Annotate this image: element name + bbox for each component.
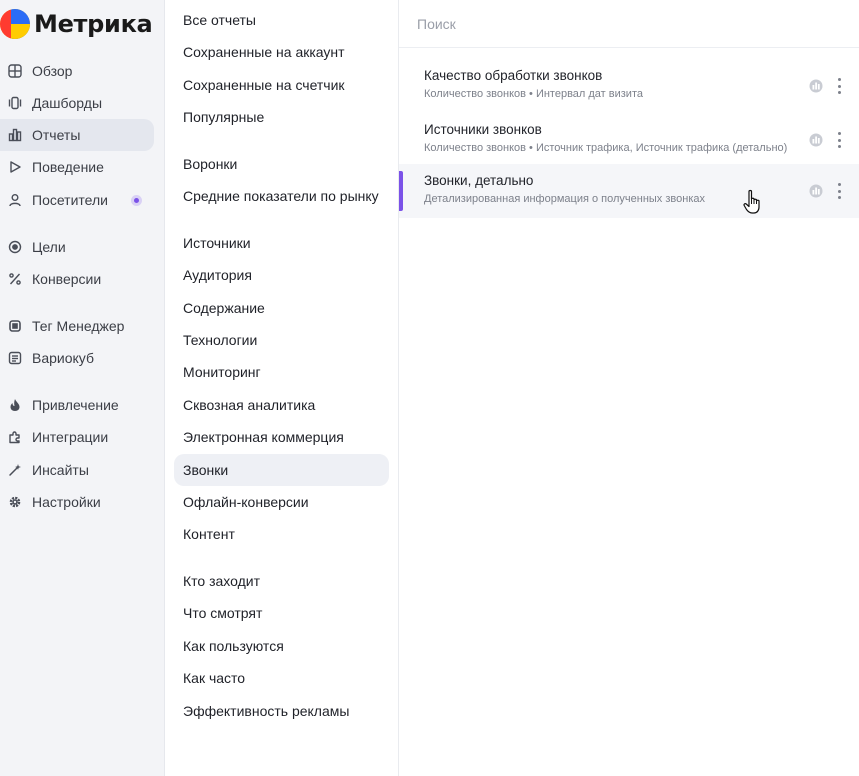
active-indicator bbox=[399, 171, 403, 211]
report-chart-icon[interactable] bbox=[809, 133, 823, 147]
grid-icon bbox=[8, 64, 22, 78]
nav-item-behavior[interactable]: Поведение bbox=[0, 151, 154, 183]
category-content[interactable]: Контент bbox=[174, 518, 389, 550]
tag-manager-icon bbox=[8, 319, 22, 333]
gear-icon bbox=[8, 495, 22, 509]
category-market-averages[interactable]: Средние показатели по рынку bbox=[174, 180, 389, 212]
category-what-they-view[interactable]: Что смотрят bbox=[174, 597, 389, 629]
category-offline-conversions[interactable]: Офлайн-конверсии bbox=[174, 486, 389, 518]
category-sources[interactable]: Источники bbox=[174, 227, 389, 259]
category-who-visits[interactable]: Кто заходит bbox=[174, 565, 389, 597]
nav-item-label: Поведение bbox=[32, 159, 104, 175]
category-ad-effectiveness[interactable]: Эффективность рекламы bbox=[174, 695, 389, 727]
play-icon bbox=[8, 160, 22, 174]
report-subtitle: Количество звонков • Источник трафика, И… bbox=[424, 142, 788, 154]
report-item-calls-detailed[interactable]: Звонки, детально Детализированная информ… bbox=[399, 164, 859, 218]
category-audience[interactable]: Аудитория bbox=[174, 259, 389, 291]
nav-item-label: Тег Менеджер bbox=[32, 318, 125, 334]
logo-text: Метрика bbox=[34, 10, 153, 38]
category-all-reports[interactable]: Все отчеты bbox=[174, 4, 389, 36]
puzzle-icon bbox=[8, 430, 22, 444]
report-title: Качество обработки звонков bbox=[424, 68, 603, 83]
nav-item-visitors[interactable]: Посетители bbox=[0, 184, 154, 216]
nav-item-label: Вариокуб bbox=[32, 350, 94, 366]
category-end-to-end-analytics[interactable]: Сквозная аналитика bbox=[174, 389, 389, 421]
nav-item-label: Настройки bbox=[32, 494, 101, 510]
nav-item-label: Обзор bbox=[32, 63, 73, 79]
report-chart-icon[interactable] bbox=[809, 79, 823, 93]
nav-item-goals[interactable]: Цели bbox=[0, 231, 154, 263]
report-item-call-quality[interactable]: Качество обработки звонков Количество зв… bbox=[399, 59, 859, 113]
sparkle-icon bbox=[8, 463, 22, 477]
nav-item-label: Интеграции bbox=[32, 429, 109, 445]
category-popular[interactable]: Популярные bbox=[174, 101, 389, 133]
category-technologies[interactable]: Технологии bbox=[174, 324, 389, 356]
search-bar bbox=[399, 0, 859, 48]
nav-item-acquisition[interactable]: Привлечение bbox=[0, 389, 154, 421]
report-title: Источники звонков bbox=[424, 122, 542, 137]
user-icon bbox=[8, 193, 22, 207]
report-subtitle: Количество звонков • Интервал дат визита bbox=[424, 88, 643, 100]
new-badge-dot bbox=[131, 195, 142, 206]
variocube-icon bbox=[8, 351, 22, 365]
category-how-often[interactable]: Как часто bbox=[174, 662, 389, 694]
report-subtitle: Детализированная информация о полученных… bbox=[424, 193, 705, 205]
nav-item-variocube[interactable]: Вариокуб bbox=[0, 342, 154, 374]
nav-item-label: Цели bbox=[32, 239, 66, 255]
category-content-pages[interactable]: Содержание bbox=[174, 292, 389, 324]
report-chart-icon[interactable] bbox=[809, 184, 823, 198]
nav-item-label: Конверсии bbox=[32, 271, 102, 287]
nav-item-label: Привлечение bbox=[32, 397, 119, 413]
nav-item-label: Дашборды bbox=[32, 95, 102, 111]
flame-icon bbox=[8, 398, 22, 412]
nav-item-insights[interactable]: Инсайты bbox=[0, 454, 154, 486]
more-options-icon[interactable] bbox=[833, 77, 845, 95]
nav-item-settings[interactable]: Настройки bbox=[0, 486, 154, 518]
more-options-icon[interactable] bbox=[833, 131, 845, 149]
category-calls[interactable]: Звонки bbox=[174, 454, 389, 486]
category-how-they-use[interactable]: Как пользуются bbox=[174, 630, 389, 662]
nav-item-conversions[interactable]: Конверсии bbox=[0, 263, 154, 295]
category-funnels[interactable]: Воронки bbox=[174, 148, 389, 180]
reports-panel: Качество обработки звонков Количество зв… bbox=[399, 0, 859, 776]
nav-item-integrations[interactable]: Интеграции bbox=[0, 421, 154, 453]
category-saved-account[interactable]: Сохраненные на аккаунт bbox=[174, 36, 389, 68]
category-ecommerce[interactable]: Электронная коммерция bbox=[174, 421, 389, 453]
percent-icon bbox=[8, 272, 22, 286]
nav-item-reports[interactable]: Отчеты bbox=[0, 119, 154, 151]
metrika-logo-icon bbox=[0, 9, 30, 39]
nav-item-label: Инсайты bbox=[32, 462, 89, 478]
nav-item-overview[interactable]: Обзор bbox=[0, 55, 154, 87]
category-monitoring[interactable]: Мониторинг bbox=[174, 356, 389, 388]
nav-item-label: Посетители bbox=[32, 192, 108, 208]
target-icon bbox=[8, 240, 22, 254]
bar-chart-icon bbox=[8, 128, 22, 142]
report-item-call-sources[interactable]: Источники звонков Количество звонков • И… bbox=[399, 113, 859, 167]
search-input[interactable] bbox=[417, 8, 817, 39]
dashboards-icon bbox=[8, 96, 22, 110]
nav-item-label: Отчеты bbox=[32, 127, 81, 143]
nav-item-dashboards[interactable]: Дашборды bbox=[0, 87, 154, 119]
metrika-logo[interactable]: Метрика bbox=[0, 7, 153, 41]
report-title: Звонки, детально bbox=[424, 173, 534, 188]
main-navigation: Метрика Обзор Дашборды Отчеты Поведение … bbox=[0, 0, 165, 776]
category-saved-counter[interactable]: Сохраненные на счетчик bbox=[174, 69, 389, 101]
report-categories: Все отчеты Сохраненные на аккаунт Сохран… bbox=[165, 0, 399, 776]
nav-item-tag-manager[interactable]: Тег Менеджер bbox=[0, 310, 154, 342]
more-options-icon[interactable] bbox=[833, 182, 845, 200]
